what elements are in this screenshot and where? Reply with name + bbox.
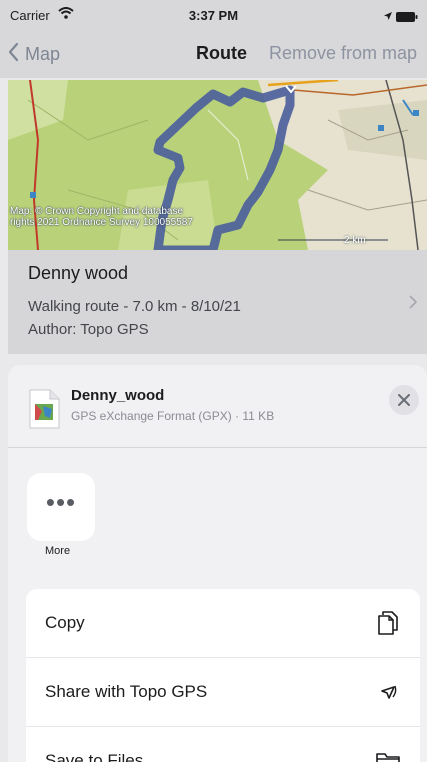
- copy-action[interactable]: Copy: [26, 589, 420, 657]
- route-author: Author: Topo GPS: [28, 321, 149, 338]
- status-bar: Carrier 3:37 PM: [0, 0, 427, 30]
- battery-icon: [396, 10, 418, 25]
- screen: Carrier 3:37 PM Map Route Remove from ma…: [0, 0, 427, 762]
- status-time: 3:37 PM: [188, 8, 239, 23]
- more-button[interactable]: •••: [27, 473, 95, 541]
- share-with-topo-gps-action[interactable]: Share with Topo GPS: [26, 657, 420, 726]
- folder-icon: [374, 747, 402, 762]
- map-scale-label: 2 km: [344, 235, 366, 246]
- page-title: Route: [196, 43, 247, 63]
- file-name: Denny_wood: [71, 387, 165, 404]
- close-button[interactable]: [389, 385, 419, 415]
- copy-icon: [374, 609, 402, 637]
- action-label: Save to Files: [45, 751, 144, 762]
- location-arrow-icon: [383, 9, 393, 24]
- file-meta: GPS eXchange Format (GPX) · 11 KB: [71, 409, 275, 423]
- chevron-right-icon: [409, 295, 418, 314]
- more-icon: •••: [45, 487, 77, 517]
- back-button[interactable]: Map: [8, 42, 60, 66]
- gpx-file-icon: [28, 389, 60, 429]
- close-icon: [398, 394, 410, 406]
- back-label: Map: [25, 43, 61, 64]
- nav-bar: Map Route Remove from map: [0, 30, 427, 78]
- route-name: Denny wood: [28, 263, 129, 283]
- route-info-cell[interactable]: Denny wood Walking route - 7.0 km - 8/10…: [8, 250, 427, 354]
- action-label: Share with Topo GPS: [45, 682, 208, 701]
- save-to-files-action[interactable]: Save to Files: [26, 726, 420, 762]
- route-details: Walking route - 7.0 km - 8/10/21: [28, 298, 241, 315]
- file-header: Denny_wood GPS eXchange Format (GPX) · 1…: [8, 365, 427, 448]
- actions-list: Copy Share with Topo GPS Save to Files: [26, 589, 420, 762]
- chevron-left-icon: [8, 42, 19, 67]
- map-attribution: Map: © Crown Copyright and database righ…: [10, 206, 193, 228]
- remove-from-map-button[interactable]: Remove from map: [269, 43, 417, 64]
- action-label: Copy: [45, 613, 85, 632]
- share-sheet: Denny_wood GPS eXchange Format (GPX) · 1…: [8, 365, 427, 762]
- more-label: More: [45, 545, 71, 557]
- topo-gps-icon: [374, 678, 402, 706]
- route-map[interactable]: Map: © Crown Copyright and database righ…: [8, 80, 427, 250]
